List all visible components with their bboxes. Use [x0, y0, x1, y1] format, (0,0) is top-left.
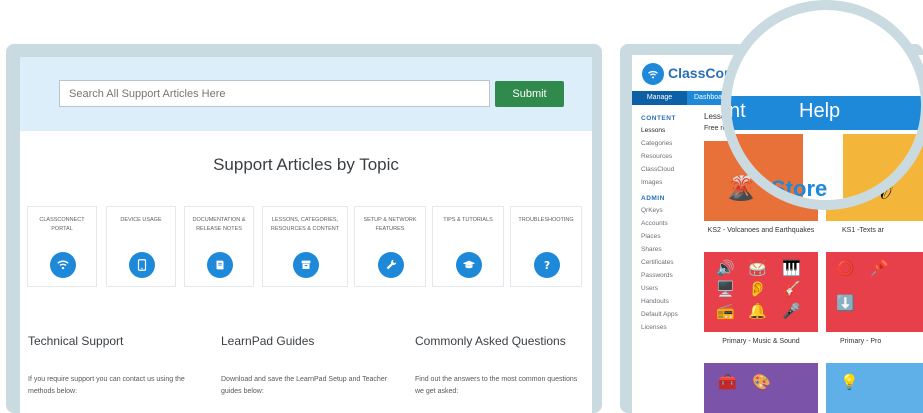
- sidebar-item-lessons[interactable]: Lessons: [641, 127, 665, 134]
- search-band: Submit: [20, 57, 592, 131]
- magnified-tile-yellow: [843, 134, 921, 200]
- lesson-tile-blue[interactable]: 💡: [826, 363, 923, 413]
- question-icon: ?: [534, 252, 560, 278]
- bell-icon: 🔔: [748, 303, 767, 320]
- magnified-help-tab[interactable]: Help: [799, 100, 840, 123]
- lamp-icon: 💡: [840, 374, 859, 391]
- topic-label: CLASSCONNECT PORTAL: [39, 217, 85, 232]
- wifi-icon: [50, 252, 76, 278]
- sidebar-item-qrkeys[interactable]: QrKeys: [641, 207, 663, 214]
- nav-dashboard-tab[interactable]: Dashboa: [694, 91, 722, 105]
- graduation-cap-icon: [456, 252, 482, 278]
- svg-text:?: ?: [544, 260, 550, 272]
- sidebar-item-users[interactable]: Users: [641, 285, 658, 292]
- topic-classconnect-portal[interactable]: CLASSCONNECT PORTAL: [27, 206, 97, 287]
- magnified-nav-item: nt: [729, 100, 746, 122]
- sidebar-item-certificates[interactable]: Certificates: [641, 259, 674, 266]
- sidebar-item-handouts[interactable]: Handouts: [641, 298, 669, 305]
- nav-manage-tab[interactable]: Manage: [632, 91, 687, 105]
- submit-button[interactable]: Submit: [495, 81, 564, 107]
- common-questions-title: Commonly Asked Questions: [415, 334, 566, 348]
- learnpad-guides-text: Download and save the LearnPad Setup and…: [221, 376, 388, 395]
- lesson-tile-purple[interactable]: 🧰 🎨: [704, 363, 818, 413]
- piano-icon: 🎹: [782, 260, 801, 277]
- palette-icon: 🎨: [752, 374, 771, 391]
- topic-setup-network[interactable]: SETUP & NETWORK FEATURES: [354, 206, 426, 287]
- sidebar-item-default-apps[interactable]: Default Apps: [641, 311, 678, 318]
- tile-caption: Primary - Music & Sound: [722, 338, 800, 345]
- section-title: Support Articles by Topic: [213, 155, 399, 174]
- radio-icon: 📻: [716, 303, 735, 320]
- topic-device-usage[interactable]: DEVICE USAGE: [106, 206, 176, 287]
- common-questions-text: Find out the answers to the most common …: [415, 376, 578, 395]
- download-icon: ⬇️: [836, 295, 855, 312]
- speaker-icon: 🔊: [716, 260, 735, 277]
- sidebar-item-licenses[interactable]: Licenses: [641, 324, 667, 331]
- sidebar-item-resources[interactable]: Resources: [641, 153, 672, 160]
- admin-heading: ADMIN: [641, 195, 665, 202]
- topic-documentation[interactable]: DOCUMENTATION & RELEASE NOTES: [184, 206, 254, 287]
- sidebar-item-places[interactable]: Places: [641, 233, 661, 240]
- support-site-screen: Submit Support Articles by Topic CLASSCO…: [20, 57, 592, 413]
- topic-label: TROUBLESHOOTING: [518, 217, 574, 223]
- topic-label: TIPS & TUTORIALS: [443, 217, 493, 223]
- sidebar-item-categories[interactable]: Categories: [641, 140, 672, 147]
- topic-tips-tutorials[interactable]: TIPS & TUTORIALS: [432, 206, 504, 287]
- monitor-icon: 🖥️: [716, 281, 735, 298]
- wrench-icon: [378, 252, 404, 278]
- pin-icon: 📌: [870, 260, 889, 277]
- topic-lessons-categories[interactable]: LESSONS, CATEGORIES, RESOURCES & CONTENT: [262, 206, 348, 287]
- learnpad-guides-title: LearnPad Guides: [221, 334, 315, 348]
- tile-caption: KS1 -Texts ar: [842, 227, 885, 234]
- topic-label: LESSONS, CATEGORIES, RESOURCES & CONTENT: [270, 217, 340, 232]
- topic-label: SETUP & NETWORK FEATURES: [363, 217, 417, 232]
- sidebar-item-classcloud[interactable]: ClassCloud: [641, 166, 674, 173]
- logo-text: ClassCon: [668, 65, 733, 81]
- content-heading: CONTENT: [641, 115, 676, 122]
- toolbox-icon: 🧰: [718, 374, 737, 391]
- guitar-icon: 🎸: [782, 281, 801, 298]
- technical-support-title: Technical Support: [28, 334, 124, 348]
- sidebar-item-shares[interactable]: Shares: [641, 246, 662, 253]
- topic-label: DEVICE USAGE: [120, 217, 162, 223]
- circle-icon: ⭕: [836, 260, 855, 277]
- lesson-tile-primary-pro[interactable]: ⭕ 📌 ⬇️: [826, 252, 923, 332]
- topic-label: DOCUMENTATION & RELEASE NOTES: [192, 217, 246, 232]
- sidebar-item-passwords[interactable]: Passwords: [641, 272, 673, 279]
- classconnect-logo-icon: [642, 63, 664, 85]
- microphone-icon: 🎤: [782, 303, 801, 320]
- magnified-store-text: Store: [771, 176, 828, 201]
- book-icon: [207, 252, 233, 278]
- search-input[interactable]: [59, 80, 490, 107]
- sidebar-item-accounts[interactable]: Accounts: [641, 220, 668, 227]
- technical-support-text: If you require support you can contact u…: [28, 376, 185, 395]
- tile-caption: Primary - Pro: [840, 338, 882, 345]
- tablet-icon: [129, 252, 155, 278]
- archive-icon: [293, 252, 319, 278]
- lesson-tile-music-sound[interactable]: 🔊 🥁 🎹 🖥️ 👂 🎸 📻 🔔 🎤: [704, 252, 818, 332]
- tile-caption: KS2 - Volcanoes and Earthquakes: [707, 227, 815, 234]
- sidebar-item-images[interactable]: Images: [641, 179, 662, 186]
- magnifier-lens: nt Help Store: [721, 0, 923, 210]
- ear-icon: 👂: [748, 281, 767, 298]
- topic-troubleshooting[interactable]: TROUBLESHOOTING ?: [510, 206, 582, 287]
- drum-icon: 🥁: [748, 260, 767, 277]
